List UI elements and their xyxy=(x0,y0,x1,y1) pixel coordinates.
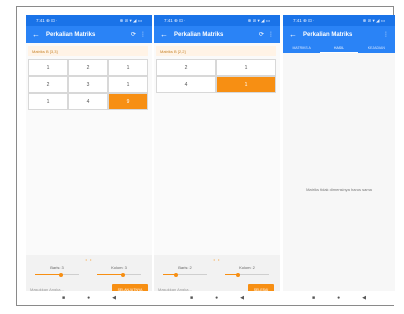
matrix-cell[interactable]: 1 xyxy=(28,59,68,76)
phone-screen-2: 7:41 ⊕ ⊡ · ⊕ ⊘ ▾ ◢ ▭ ← Perkalian Matriks… xyxy=(154,15,280,305)
cols-slider[interactable]: Kolom: 2 xyxy=(222,265,272,279)
rows-slider[interactable]: Baris: 3 xyxy=(32,265,82,279)
page-indicator: • • xyxy=(213,257,221,262)
rows-slider-knob[interactable] xyxy=(174,272,179,277)
status-icons: ⊕ ⊘ ▾ ◢ ▭ xyxy=(362,17,385,23)
dimension-sliders: Baris: 2 Kolom: 2 xyxy=(154,265,280,279)
back-arrow-icon[interactable]: ← xyxy=(32,30,46,39)
matrix-label: Matriks B [2,2] xyxy=(156,46,276,56)
matrix-cell[interactable]: 3 xyxy=(68,76,108,93)
back-icon[interactable]: ◀ xyxy=(362,295,366,301)
tab-hasil[interactable]: HASIL xyxy=(320,43,358,53)
status-time: 7:41 ⊕ ⊡ · xyxy=(164,17,186,23)
status-time: 7:41 ⊕ ⊡ · xyxy=(293,17,315,23)
home-icon[interactable]: ● xyxy=(215,295,218,301)
matrix-panel: Matriks B [3,3] 1 2 1 2 3 1 1 4 9 xyxy=(26,43,152,255)
matrix-cell[interactable]: 1 xyxy=(108,59,148,76)
cols-slider-knob[interactable] xyxy=(121,272,126,277)
matrix-cell-selected[interactable]: 9 xyxy=(108,93,148,110)
matrix-panel: Matriks B [2,2] 2 1 4 1 xyxy=(154,43,280,255)
home-icon[interactable]: ● xyxy=(337,295,340,301)
recent-apps-icon[interactable]: ■ xyxy=(312,295,315,301)
matrix-cell[interactable]: 2 xyxy=(28,76,68,93)
app-title: Perkalian Matriks xyxy=(174,31,224,38)
status-time: 7:41 ⊕ ⊡ · xyxy=(36,17,58,23)
cols-slider-label: Kolom: 3 xyxy=(111,265,127,270)
app-bar: ← Perkalian Matriks ⋮ xyxy=(283,26,395,43)
tab-kejadian[interactable]: KEJADIAN xyxy=(358,43,395,53)
refresh-icon[interactable]: ⟳ xyxy=(131,31,136,38)
tab-bar: MATRIKS A HASIL KEJADIAN xyxy=(283,43,395,53)
status-icons: ⊕ ⊘ ▾ ◢ ▭ xyxy=(247,17,270,23)
empty-state-message: Matriks tidak dimensinya harus sama xyxy=(306,187,372,192)
screenshot-frame: 7:41 ⊕ ⊡ · ⊕ ⊘ ▾ ◢ ▭ ← Perkalian Matriks… xyxy=(16,6,395,306)
cols-slider-knob[interactable] xyxy=(236,272,241,277)
matrix-cell[interactable]: 2 xyxy=(68,59,108,76)
matrix-grid: 2 1 4 1 xyxy=(156,59,276,93)
phone-screen-1: 7:41 ⊕ ⊡ · ⊕ ⊘ ▾ ◢ ▭ ← Perkalian Matriks… xyxy=(26,15,152,305)
refresh-icon[interactable]: ⟳ xyxy=(259,31,264,38)
matrix-cell[interactable]: 1 xyxy=(108,76,148,93)
tab-matriks-a[interactable]: MATRIKS A xyxy=(283,43,320,53)
back-icon[interactable]: ◀ xyxy=(112,295,116,301)
rows-slider[interactable]: Baris: 2 xyxy=(160,265,210,279)
matrix-cell[interactable]: 2 xyxy=(156,59,216,76)
matrix-cell[interactable]: 4 xyxy=(156,76,216,93)
home-icon[interactable]: ● xyxy=(87,295,90,301)
status-icons: ⊕ ⊘ ▾ ◢ ▭ xyxy=(119,17,142,23)
system-nav-bar: ■ ● ◀ xyxy=(154,291,280,305)
matrix-cell-selected[interactable]: 1 xyxy=(216,76,276,93)
page-indicator: • • xyxy=(85,257,93,262)
app-bar: ← Perkalian Matriks ⟳ ⋮ xyxy=(154,26,280,43)
status-bar: 7:41 ⊕ ⊡ · ⊕ ⊘ ▾ ◢ ▭ xyxy=(26,15,152,26)
rows-slider-knob[interactable] xyxy=(59,272,64,277)
back-arrow-icon[interactable]: ← xyxy=(289,30,303,39)
cols-slider-label: Kolom: 2 xyxy=(239,265,255,270)
more-vert-icon[interactable]: ⋮ xyxy=(140,31,146,38)
matrix-cell[interactable]: 1 xyxy=(216,59,276,76)
matrix-grid: 1 2 1 2 3 1 1 4 9 xyxy=(28,59,148,110)
status-bar: 7:41 ⊕ ⊡ · ⊕ ⊘ ▾ ◢ ▭ xyxy=(283,15,395,26)
cols-slider[interactable]: Kolom: 3 xyxy=(94,265,144,279)
dimension-sliders: Baris: 3 Kolom: 3 xyxy=(26,265,152,279)
status-bar: 7:41 ⊕ ⊡ · ⊕ ⊘ ▾ ◢ ▭ xyxy=(154,15,280,26)
app-title: Perkalian Matriks xyxy=(46,31,96,38)
back-arrow-icon[interactable]: ← xyxy=(160,30,174,39)
app-bar: ← Perkalian Matriks ⟳ ⋮ xyxy=(26,26,152,43)
back-icon[interactable]: ◀ xyxy=(240,295,244,301)
matrix-cell[interactable]: 4 xyxy=(68,93,108,110)
recent-apps-icon[interactable]: ■ xyxy=(62,295,65,301)
system-nav-bar: ■ ● ◀ xyxy=(26,291,152,305)
phone-screen-3: 7:41 ⊕ ⊡ · ⊕ ⊘ ▾ ◢ ▭ ← Perkalian Matriks… xyxy=(283,15,395,305)
more-vert-icon[interactable]: ⋮ xyxy=(383,31,389,38)
recent-apps-icon[interactable]: ■ xyxy=(190,295,193,301)
matrix-label: Matriks B [3,3] xyxy=(28,46,148,56)
app-title: Perkalian Matriks xyxy=(303,31,353,38)
matrix-cell[interactable]: 1 xyxy=(28,93,68,110)
more-vert-icon[interactable]: ⋮ xyxy=(268,31,274,38)
rows-slider-label: Baris: 3 xyxy=(50,265,64,270)
rows-slider-label: Baris: 2 xyxy=(178,265,192,270)
system-nav-bar: ■ ● ◀ xyxy=(283,291,395,305)
